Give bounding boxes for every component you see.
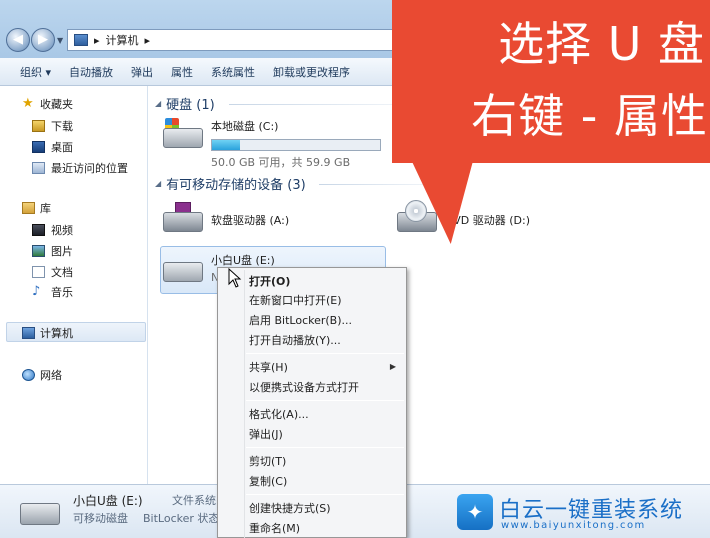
context-menu: 打开(O) 在新窗口中打开(E) 启用 BitLocker(B)... 打开自动… xyxy=(217,267,407,538)
hard-drive-icon xyxy=(163,118,203,152)
watermark-url: www.baiyunxitong.com xyxy=(501,520,646,531)
sidebar-item-label: 音乐 xyxy=(51,286,73,299)
desktop-icon xyxy=(32,141,45,153)
breadcrumb-computer[interactable]: 计算机 xyxy=(106,32,139,48)
breadcrumb-chevron-icon[interactable]: ▸ xyxy=(145,34,151,47)
details-file-system: 文件系统 xyxy=(172,494,216,507)
drive-c-label: 本地磁盘 (C:) xyxy=(211,120,279,133)
menu-item-open[interactable]: 打开(O) xyxy=(249,273,290,289)
explorer-window: ◀ ▶ ▼ ▸ 计算机 ▸ 组织 ▾ 自动播放 弹出 属性 系统属性 卸载或更改… xyxy=(0,0,710,538)
details-drive-type: 可移动磁盘 xyxy=(73,512,128,525)
back-button[interactable]: ◀ xyxy=(6,28,30,52)
network-icon xyxy=(22,369,35,381)
drive-body xyxy=(163,262,203,282)
sidebar-item-label: 最近访问的位置 xyxy=(51,162,128,175)
sidebar-item-label: 下载 xyxy=(51,120,73,133)
system-properties-button[interactable]: 系统属性 xyxy=(211,64,268,80)
drive-body xyxy=(163,128,203,148)
menu-separator xyxy=(246,447,404,448)
documents-icon xyxy=(32,266,45,278)
details-bitlocker-status: BitLocker 状态 xyxy=(143,512,220,525)
breadcrumb-separator[interactable]: ▸ xyxy=(94,34,100,47)
sidebar-item-pictures[interactable]: 图片 xyxy=(32,243,73,259)
sidebar-item-computer[interactable]: 计算机 xyxy=(22,325,73,341)
menu-separator xyxy=(246,494,404,495)
videos-icon xyxy=(32,224,45,236)
usb-drive-icon xyxy=(163,252,203,286)
computer-icon xyxy=(22,327,35,339)
pictures-icon xyxy=(32,245,45,257)
removable-section-header[interactable]: ◢ 有可移动存储的设备 (3) xyxy=(155,174,306,193)
properties-button[interactable]: 属性 xyxy=(171,64,206,80)
sidebar-item-network[interactable]: 网络 xyxy=(22,367,62,383)
recent-places-icon xyxy=(32,162,45,174)
star-icon: ★ xyxy=(22,96,34,111)
menu-item-share[interactable]: 共享(H) xyxy=(249,359,288,375)
sidebar-item-documents[interactable]: 文档 xyxy=(32,264,73,280)
sidebar-favorites-label: 收藏夹 xyxy=(40,98,73,111)
sidebar-favorites[interactable]: ★ 收藏夹 xyxy=(22,96,73,112)
context-menu-gutter xyxy=(244,270,245,538)
computer-icon xyxy=(74,34,88,46)
floppy-drive-icon xyxy=(163,202,203,236)
details-drive-name: 小白U盘 (E:) xyxy=(73,494,143,508)
menu-item-cut[interactable]: 剪切(T) xyxy=(249,453,286,469)
menu-item-bitlocker[interactable]: 启用 BitLocker(B)... xyxy=(249,312,352,328)
address-bar[interactable]: ▸ 计算机 ▸ xyxy=(67,29,397,51)
usb-drive-icon xyxy=(20,503,60,525)
sidebar-item-label: 视频 xyxy=(51,224,73,237)
drive-a[interactable]: 软盘驱动器 (A:) xyxy=(163,202,289,236)
sidebar-item-videos[interactable]: 视频 xyxy=(32,222,73,238)
sidebar-item-label: 桌面 xyxy=(51,141,73,154)
collapse-triangle-icon[interactable]: ◢ xyxy=(155,99,161,108)
hard-disk-section-header[interactable]: ◢ 硬盘 (1) xyxy=(155,94,215,113)
eject-button[interactable]: 弹出 xyxy=(131,64,166,80)
drive-c[interactable]: 本地磁盘 (C:) 50.0 GB 可用，共 59.9 GB xyxy=(163,118,381,170)
sidebar-item-label: 文档 xyxy=(51,266,73,279)
menu-item-rename[interactable]: 重命名(M) xyxy=(249,520,300,536)
drive-e-label: 小白U盘 (E:) xyxy=(211,254,275,267)
downloads-folder-icon xyxy=(32,120,45,132)
menu-separator xyxy=(246,400,404,401)
drive-body xyxy=(163,212,203,232)
annotation-line-1: 选择 U 盘 xyxy=(498,17,705,71)
menu-item-create-shortcut[interactable]: 创建快捷方式(S) xyxy=(249,500,331,516)
navigation-pane: ★ 收藏夹 下载 桌面 最近访问的位置 库 视频 图片 文档 ♪ 音乐 计算机 … xyxy=(0,86,148,484)
menu-item-autoplay[interactable]: 打开自动播放(Y)... xyxy=(249,332,341,348)
section-title: 有可移动存储的设备 (3) xyxy=(166,178,306,193)
sidebar-item-label: 图片 xyxy=(51,245,73,258)
drive-a-label: 软盘驱动器 (A:) xyxy=(211,214,290,227)
forward-button[interactable]: ▶ xyxy=(31,28,55,52)
menu-item-eject[interactable]: 弹出(J) xyxy=(249,426,283,442)
menu-item-format[interactable]: 格式化(A)... xyxy=(249,406,309,422)
sidebar-libraries[interactable]: 库 xyxy=(22,200,51,216)
collapse-triangle-icon[interactable]: ◢ xyxy=(155,179,161,188)
drive-c-usage-bar xyxy=(211,139,381,151)
menu-separator xyxy=(246,353,404,354)
uninstall-program-button[interactable]: 卸载或更改程序 xyxy=(273,64,363,80)
sidebar-item-downloads[interactable]: 下载 xyxy=(32,118,73,134)
autoplay-button[interactable]: 自动播放 xyxy=(69,64,126,80)
submenu-arrow-icon: ▶ xyxy=(389,362,396,371)
sidebar-item-music[interactable]: ♪ 音乐 xyxy=(32,284,73,300)
drive-c-usage-fill xyxy=(212,140,240,150)
menu-item-open-as-portable[interactable]: 以便携式设备方式打开 xyxy=(249,379,359,395)
bird-logo-icon: ✦ xyxy=(457,494,493,530)
sidebar-item-desktop[interactable]: 桌面 xyxy=(32,139,73,155)
sidebar-network-label: 网络 xyxy=(40,369,62,382)
organize-button[interactable]: 组织 ▾ xyxy=(20,64,64,80)
annotation-line-2: 右键 - 属性 xyxy=(471,89,708,143)
recent-pages-dropdown[interactable]: ▼ xyxy=(57,36,63,45)
menu-item-copy[interactable]: 复制(C) xyxy=(249,473,287,489)
sidebar-libraries-label: 库 xyxy=(40,202,51,215)
section-title: 硬盘 (1) xyxy=(166,98,215,113)
drive-c-free-space: 50.0 GB 可用，共 59.9 GB xyxy=(211,156,351,169)
menu-item-open-new-window[interactable]: 在新窗口中打开(E) xyxy=(249,292,342,308)
library-icon xyxy=(22,202,35,214)
sidebar-item-recent[interactable]: 最近访问的位置 xyxy=(32,160,128,176)
music-note-icon: ♪ xyxy=(32,284,41,299)
sidebar-computer-label: 计算机 xyxy=(40,327,73,340)
